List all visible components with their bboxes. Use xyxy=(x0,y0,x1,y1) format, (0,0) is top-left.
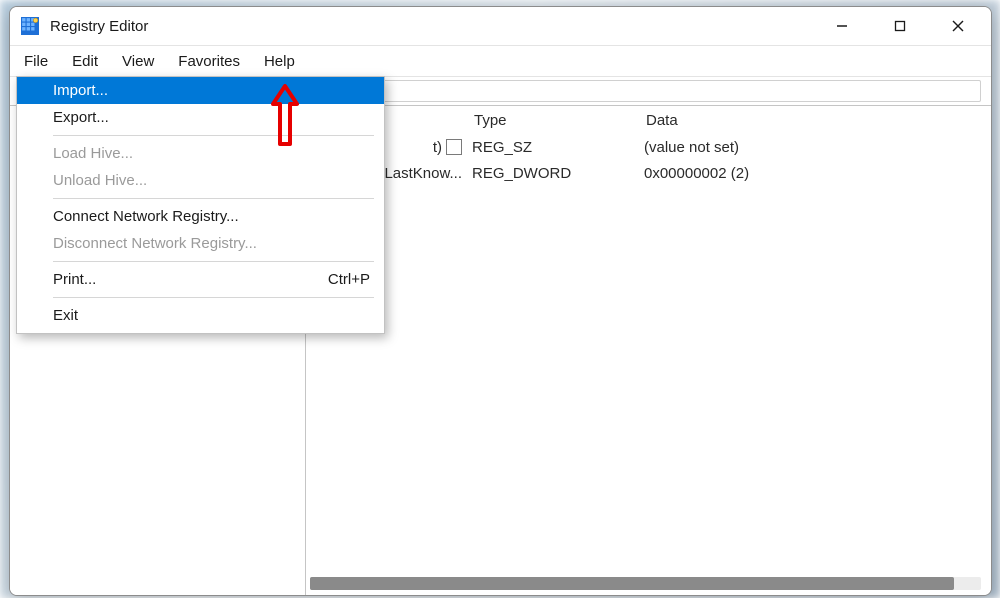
menu-item-accelerator: Ctrl+P xyxy=(328,271,370,288)
scrollbar-thumb[interactable] xyxy=(310,577,954,590)
value-name: t) xyxy=(433,139,442,156)
name-column-resize-grip-icon xyxy=(446,139,462,155)
menubar: File Edit View Favorites Help xyxy=(10,46,991,77)
values-panel: Type Data t) REG_SZ (value not set) Last… xyxy=(306,106,991,595)
menu-file[interactable]: File xyxy=(12,46,60,76)
menu-edit[interactable]: Edit xyxy=(60,46,110,76)
window-title: Registry Editor xyxy=(50,18,148,35)
menu-item-exit[interactable]: Exit xyxy=(17,302,384,329)
col-data-header[interactable]: Data xyxy=(640,106,991,134)
titlebar: Registry Editor xyxy=(10,7,991,46)
menu-item-connect-network-registry[interactable]: Connect Network Registry... xyxy=(17,203,384,230)
menu-separator xyxy=(53,198,374,199)
value-type: REG_SZ xyxy=(466,139,638,156)
file-dropdown-menu: Import... Export... Load Hive... Unload … xyxy=(16,76,385,334)
menu-separator xyxy=(53,135,374,136)
registry-editor-window: Registry Editor File Edit View Favorites… xyxy=(9,6,992,596)
columns-header: Type Data xyxy=(306,106,991,134)
caption-buttons xyxy=(813,7,987,45)
value-row[interactable]: t) REG_SZ (value not set) xyxy=(306,134,991,160)
menu-item-label: Print... xyxy=(53,271,96,288)
menu-view[interactable]: View xyxy=(110,46,166,76)
menu-separator xyxy=(53,261,374,262)
rows-container: t) REG_SZ (value not set) LastKnow... RE… xyxy=(306,134,991,595)
menu-item-import[interactable]: Import... xyxy=(17,77,384,104)
menu-separator xyxy=(53,297,374,298)
value-type: REG_DWORD xyxy=(466,165,638,182)
menu-favorites[interactable]: Favorites xyxy=(166,46,252,76)
maximize-button[interactable] xyxy=(871,7,929,45)
value-row[interactable]: LastKnow... REG_DWORD 0x00000002 (2) xyxy=(306,160,991,186)
col-type-header[interactable]: Type xyxy=(468,106,640,134)
menu-item-load-hive: Load Hive... xyxy=(17,140,384,167)
menu-help[interactable]: Help xyxy=(252,46,307,76)
menu-item-export[interactable]: Export... xyxy=(17,104,384,131)
minimize-button[interactable] xyxy=(813,7,871,45)
registry-editor-icon xyxy=(20,16,40,36)
value-data: (value not set) xyxy=(638,139,991,156)
close-button[interactable] xyxy=(929,7,987,45)
menu-item-print[interactable]: Print... Ctrl+P xyxy=(17,266,384,293)
menu-item-unload-hive: Unload Hive... xyxy=(17,167,384,194)
horizontal-scrollbar[interactable] xyxy=(310,577,981,590)
menu-item-disconnect-network-registry: Disconnect Network Registry... xyxy=(17,230,384,257)
value-name: LastKnow... xyxy=(384,165,462,182)
value-data: 0x00000002 (2) xyxy=(638,165,991,182)
